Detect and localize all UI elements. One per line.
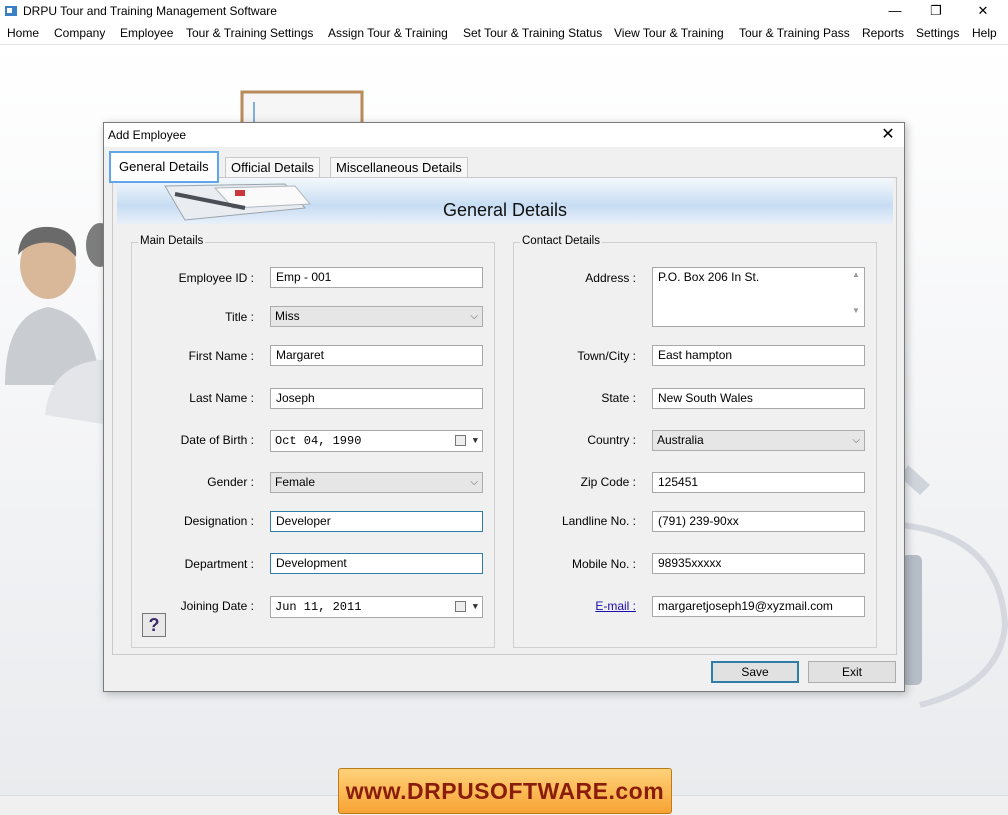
mobile-field[interactable]: 98935xxxxx [652, 553, 865, 574]
help-button[interactable]: ? [142, 613, 166, 637]
menu-company[interactable]: Company [54, 26, 105, 40]
landline-field[interactable]: (791) 239-90xx [652, 511, 865, 532]
menu-reports[interactable]: Reports [862, 26, 904, 40]
employee-id-label: Employee ID : [178, 271, 254, 285]
menu-view-tour-training[interactable]: View Tour & Training [614, 26, 724, 40]
designation-label: Designation : [183, 514, 254, 528]
designation-field[interactable]: Developer [270, 511, 483, 532]
country-select-value: Australia [657, 433, 704, 447]
title-select-value: Miss [275, 309, 300, 323]
tab-official-details[interactable]: Official Details [225, 157, 320, 178]
contact-details-group: Contact Details Address : P.O. Box 206 I… [513, 235, 877, 648]
dialog-title: Add Employee [108, 128, 187, 142]
menu-tour-training-pass[interactable]: Tour & Training Pass [739, 26, 850, 40]
gender-select-value: Female [275, 475, 316, 489]
save-button[interactable]: Save [711, 661, 799, 683]
date-of-birth-label: Date of Birth : [180, 433, 254, 447]
minimize-button[interactable]: — [872, 0, 918, 22]
chevron-down-icon: ⌵ [470, 311, 478, 322]
people-illustration-icon [5, 223, 110, 425]
joining-date-value: Jun 11, 2011 [275, 600, 362, 614]
country-label: Country : [587, 433, 636, 447]
menu-set-tour-training-status[interactable]: Set Tour & Training Status [463, 26, 602, 40]
gender-label: Gender : [207, 475, 254, 489]
landline-label: Landline No. : [561, 514, 636, 528]
first-name-label: First Name : [188, 349, 254, 363]
date-of-birth-value: Oct 04, 1990 [275, 434, 362, 448]
main-details-label: Main Details [138, 235, 206, 247]
employee-id-field[interactable]: Emp - 001 [270, 267, 483, 288]
address-label: Address : [585, 271, 636, 285]
calendar-icon [455, 435, 466, 446]
scrollbar[interactable]: ▲ ▼ [850, 270, 862, 322]
contact-details-label: Contact Details [520, 235, 602, 247]
last-name-field[interactable]: Joseph [270, 388, 483, 409]
menu-tour-training-settings[interactable]: Tour & Training Settings [186, 26, 313, 40]
town-city-field[interactable]: East hampton [652, 345, 865, 366]
exit-button[interactable]: Exit [808, 661, 896, 683]
zip-code-field[interactable]: 125451 [652, 472, 865, 493]
zip-code-label: Zip Code : [580, 475, 636, 489]
main-details-group: Main Details Employee ID : Emp - 001 Tit… [131, 235, 495, 648]
last-name-label: Last Name : [189, 391, 254, 405]
section-header-band: General Details [117, 178, 893, 224]
town-city-label: Town/City : [577, 349, 636, 363]
dialog-titlebar: Add Employee ✕ [104, 123, 904, 147]
gender-select[interactable]: Female ⌵ [270, 472, 483, 493]
menu-home[interactable]: Home [7, 26, 39, 40]
menu-employee[interactable]: Employee [120, 26, 173, 40]
email-field[interactable]: margaretjoseph19@xyzmail.com [652, 596, 865, 617]
close-window-button[interactable]: ✕ [960, 0, 1006, 22]
email-link[interactable]: E-mail : [514, 599, 636, 613]
title-label: Title : [225, 310, 254, 324]
state-field[interactable]: New South Wales [652, 388, 865, 409]
menu-bar: Home Company Employee Tour & Training Se… [0, 22, 1008, 45]
country-select[interactable]: Australia ⌵ [652, 430, 865, 451]
department-label: Department : [184, 557, 254, 571]
mobile-label: Mobile No. : [571, 557, 636, 571]
dialog-close-icon[interactable]: ✕ [878, 125, 898, 145]
app-logo-icon [5, 6, 17, 16]
menu-assign-tour-training[interactable]: Assign Tour & Training [328, 26, 448, 40]
chevron-down-icon: ▼ [472, 436, 478, 446]
calendar-icon [455, 601, 466, 612]
tab-general-details[interactable]: General Details [109, 151, 219, 183]
address-textarea[interactable]: P.O. Box 206 In St. ▲ ▼ [652, 267, 865, 327]
chevron-down-icon: ⌵ [470, 477, 478, 488]
state-label: State : [601, 391, 636, 405]
app-title: DRPU Tour and Training Management Softwa… [23, 4, 277, 18]
date-of-birth-picker[interactable]: Oct 04, 1990 ▼ [270, 430, 483, 452]
first-name-field[interactable]: Margaret [270, 345, 483, 366]
joining-date-label: Joining Date : [180, 599, 254, 613]
menu-settings[interactable]: Settings [916, 26, 959, 40]
tab-miscellaneous-details[interactable]: Miscellaneous Details [330, 157, 468, 178]
add-employee-dialog: Add Employee ✕ General Details Official … [103, 122, 905, 692]
menu-help[interactable]: Help [972, 26, 997, 40]
drpu-website-banner[interactable]: www.DRPUSOFTWARE.com [338, 768, 672, 814]
chevron-down-icon: ⌵ [852, 435, 860, 446]
section-header-title: General Details [442, 200, 568, 220]
department-field[interactable]: Development [270, 553, 483, 574]
general-details-panel: General Details Main Details Employee ID… [112, 177, 897, 655]
chevron-down-icon: ▼ [472, 602, 478, 612]
app-titlebar: DRPU Tour and Training Management Softwa… [0, 0, 1008, 22]
joining-date-picker[interactable]: Jun 11, 2011 ▼ [270, 596, 483, 618]
restore-button[interactable]: ❐ [913, 0, 959, 22]
address-value: P.O. Box 206 In St. [658, 270, 760, 284]
title-select[interactable]: Miss ⌵ [270, 306, 483, 327]
